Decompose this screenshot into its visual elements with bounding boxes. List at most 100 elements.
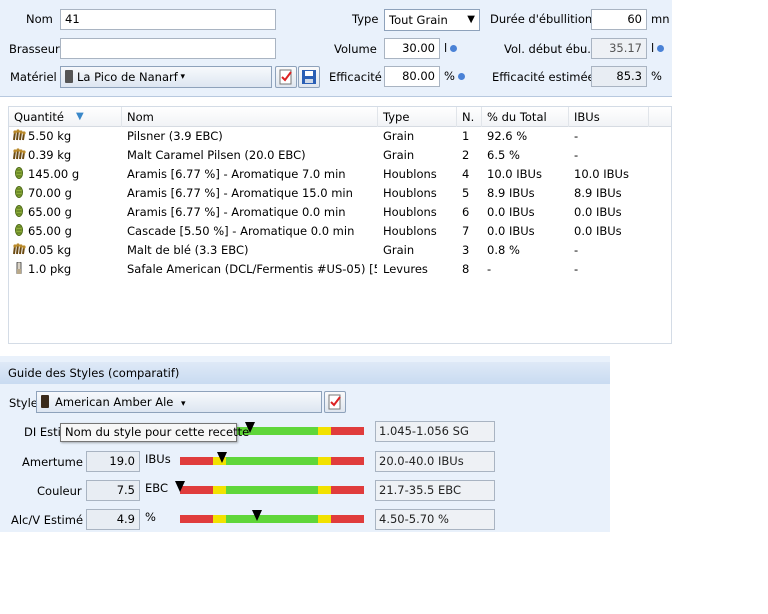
save-disk-icon [302,70,316,84]
og-range: 1.045-1.056 SG [375,421,495,442]
name-label: Nom [26,12,53,26]
cell-pct: - [487,262,492,276]
hop-icon [12,205,28,219]
cell-name: Aramis [6.77 %] - Aromatique 15.0 min [127,186,353,200]
style-label: Style [9,396,38,410]
cell-name: Aramis [6.77 %] - Aromatique 7.0 min [127,167,346,181]
cell-n: 4 [462,167,470,181]
style-select[interactable]: American Amber Ale ▾ [36,391,322,413]
cell-type: Houblons [383,224,437,238]
column-header-name[interactable]: Nom [122,107,378,127]
gauge-marker-icon [175,481,185,492]
volume-input[interactable]: 30.00 [384,38,440,59]
edit-checklist-icon [328,394,341,410]
color-unit: EBC [145,481,168,495]
gauge-segment [180,515,214,523]
save-equipment-button[interactable] [298,66,320,88]
abv-value: 4.9 [86,509,140,530]
gauge-segment [318,486,331,494]
table-row[interactable]: 65.00 g Aramis [6.77 %] - Aromatique 0.0 … [9,203,671,222]
unit-toggle-icon[interactable] [657,45,665,52]
efficiency-input[interactable]: 80.00 [384,66,440,87]
type-select[interactable]: Tout Grain ▼ [384,9,480,31]
efficiency-label: Efficacité [329,70,382,84]
cell-n: 5 [462,186,470,200]
color-value: 7.5 [86,480,140,501]
sort-arrow-icon: ▼ [76,111,84,122]
gauge-segment [330,427,364,435]
gauge-segment [213,515,226,523]
grain-icon [12,129,28,143]
cell-name: Malt Caramel Pilsen (20.0 EBC) [127,148,306,162]
quantity-text: 0.05 kg [28,243,72,257]
hop-icon [12,167,28,181]
chevron-down-icon: ▾ [181,399,186,409]
cell-n: 7 [462,224,470,238]
style-value: American Amber Ale [55,395,174,409]
unit-toggle-icon[interactable] [457,73,465,80]
gauge-segment [330,457,364,465]
preboil-volume-label: Vol. début ébu. [504,42,591,56]
cell-pct: 8.9 IBUs [487,186,535,200]
yeast-icon [12,262,28,276]
name-input[interactable]: 41 [60,9,276,30]
cell-ibu: 10.0 IBUs [574,167,629,181]
equipment-select[interactable]: La Pico de Nanarf ▾ [60,66,272,88]
cell-pct: 0.0 IBUs [487,205,535,219]
edit-style-button[interactable] [324,391,346,413]
grain-icon [12,243,28,257]
table-row[interactable]: 70.00 g Aramis [6.77 %] - Aromatique 15.0… [9,184,671,203]
gauge-segment [330,486,364,494]
cell-type: Houblons [383,167,437,181]
boil-time-input[interactable]: 60 [591,9,647,30]
cell-qty: 0.39 kg [9,146,119,165]
gauge-segment [226,486,318,494]
gauge-marker-icon [252,510,263,521]
cell-pct: 0.0 IBUs [487,224,535,238]
column-header-number[interactable]: N. [457,107,482,127]
cell-ibu: 0.0 IBUs [574,205,622,219]
table-row[interactable]: 0.39 kg Malt Caramel Pilsen (20.0 EBC) Gra… [9,146,671,165]
brewer-input[interactable] [60,38,276,59]
quantity-text: 70.00 g [28,186,72,200]
column-header-quantity[interactable]: Quantité ▼ [9,107,122,127]
column-header-percent[interactable]: % du Total [482,107,569,127]
grain-icon [12,148,28,162]
cell-n: 1 [462,129,470,143]
cell-n: 8 [462,262,470,276]
color-label: Couleur [37,484,82,498]
cell-pct: 0.8 % [487,243,520,257]
ingredients-table: Quantité ▼ Nom Type N. % du Total IBUs 5.… [8,106,672,344]
table-row[interactable]: 0.05 kg Malt de blé (3.3 EBC) Grain 3 0.8 % - [9,241,671,260]
bitterness-range: 20.0-40.0 IBUs [375,451,495,472]
color-range: 21.7-35.5 EBC [375,480,495,501]
table-row[interactable]: 5.50 kg Pilsner (3.9 EBC) Grain 1 92.6 % - [9,127,671,146]
quantity-text: 65.00 g [28,224,72,238]
table-row[interactable]: 65.00 g Cascade [5.50 %] - Aromatique 0.0… [9,222,671,241]
table-row[interactable]: 1.0 pkg Safale American (DCL/Fermentis #U… [9,260,671,279]
edit-checklist-icon [279,69,292,85]
style-guide-header: Guide des Styles (comparatif) [0,362,610,384]
equipment-label: Matériel [10,70,57,84]
gauge-segment [330,515,364,523]
unit-toggle-icon[interactable] [450,45,458,52]
cell-n: 3 [462,243,470,257]
column-header-type[interactable]: Type [378,107,457,127]
table-header: Quantité ▼ Nom Type N. % du Total IBUs [9,107,671,127]
cell-qty: 65.00 g [9,203,119,222]
og-label: DI Esti [24,425,61,439]
header-label: Quantité [14,110,64,124]
table-row[interactable]: 145.00 g Aramis [6.77 %] - Aromatique 7.0… [9,165,671,184]
gauge-segment [318,427,331,435]
abv-range: 4.50-5.70 % [375,509,495,530]
cell-pct: 92.6 % [487,129,528,143]
style-tooltip: Nom du style pour cette recette [60,423,249,442]
beer-glass-icon [41,395,49,408]
edit-equipment-button[interactable] [275,66,297,88]
cell-type: Houblons [383,186,437,200]
boil-time-unit: mn [651,12,670,26]
column-header-ibus[interactable]: IBUs [569,107,649,127]
cell-qty: 0.05 kg [9,241,119,260]
cell-qty: 5.50 kg [9,127,119,146]
quantity-text: 5.50 kg [28,129,72,143]
